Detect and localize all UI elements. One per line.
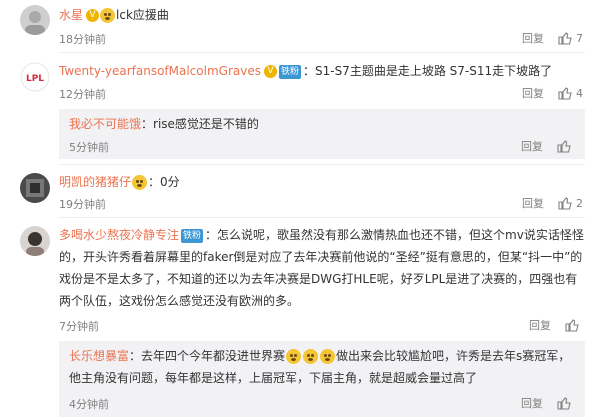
username[interactable]: Twenty-yearfansofMalcolmGraves: [59, 64, 261, 78]
reply-button[interactable]: 回复: [521, 138, 543, 154]
comment-text: ：S1-S7主题曲是走上坡路 S7-S11走下坡路了: [302, 64, 553, 78]
comment-time: 7分钟前: [59, 320, 99, 333]
avatar[interactable]: [20, 226, 50, 256]
like-button[interactable]: 4: [558, 86, 583, 100]
reply-button[interactable]: 回复: [522, 30, 544, 46]
verified-icon: V: [263, 65, 277, 78]
like-count: 7: [576, 31, 583, 45]
comment-text: ：0分: [148, 175, 180, 189]
fan-badge: 铁粉: [181, 228, 204, 243]
comment-time: 18分钟前: [59, 33, 106, 46]
like-button[interactable]: 7: [558, 31, 583, 45]
thumbs-up-icon: [558, 32, 572, 45]
like-button[interactable]: [557, 396, 575, 410]
username[interactable]: 多喝水少熬夜冷静专注: [59, 228, 179, 242]
reply-box: 长乐想暴富：去年四个今年都没进世界赛 做出来会比较尴尬吧，许秀是去年s赛冠军，他主…: [59, 341, 585, 417]
fan-badge: 铁粉: [278, 64, 301, 79]
comment-time: 19分钟前: [59, 198, 106, 211]
divider: [59, 217, 585, 218]
thumbs-up-icon: [558, 197, 572, 210]
vip-icon: V: [86, 9, 100, 22]
like-count: 2: [576, 196, 583, 210]
crying-emoji-icon: [286, 349, 302, 364]
reply-button[interactable]: 回复: [522, 195, 544, 211]
reply-text: ：去年四个今年都没进世界赛: [129, 349, 286, 363]
comment-text: lck应援曲: [116, 8, 169, 22]
thumbs-up-icon: [558, 87, 572, 100]
avatar[interactable]: LPL: [20, 62, 50, 92]
reply-time: 5分钟前: [69, 141, 109, 154]
username[interactable]: 明凯的猪猪仔: [59, 175, 131, 189]
divider: [59, 52, 585, 53]
reply-text: ：rise感觉还是不错的: [141, 117, 259, 131]
crying-emoji-icon: [320, 349, 336, 364]
thumbs-up-icon: [557, 140, 571, 153]
thumbs-up-icon: [565, 319, 579, 332]
reply-button[interactable]: 回复: [521, 395, 543, 411]
smile-emoji-icon: [100, 8, 116, 23]
reply-username[interactable]: 我必不可能饿: [69, 117, 141, 131]
reply-button[interactable]: 回复: [522, 85, 544, 101]
username[interactable]: 水星: [59, 8, 83, 22]
thumbs-up-icon: [557, 397, 571, 410]
reply-username[interactable]: 长乐想暴富: [69, 349, 129, 363]
reply-time: 4分钟前: [69, 398, 109, 411]
crying-emoji-icon: [303, 349, 319, 364]
avatar[interactable]: [20, 5, 50, 35]
like-button[interactable]: [565, 318, 583, 332]
divider: [59, 164, 585, 165]
avatar[interactable]: [20, 173, 50, 203]
reply-box: 我必不可能饿：rise感觉还是不错的 5分钟前 回复: [59, 109, 585, 159]
like-count: 4: [576, 86, 583, 100]
svg-text:LPL: LPL: [26, 74, 44, 84]
smile-emoji-icon: [132, 175, 148, 190]
like-button[interactable]: 2: [558, 196, 583, 210]
comment-time: 12分钟前: [59, 88, 106, 101]
reply-button[interactable]: 回复: [529, 317, 551, 333]
like-button[interactable]: [557, 139, 575, 153]
